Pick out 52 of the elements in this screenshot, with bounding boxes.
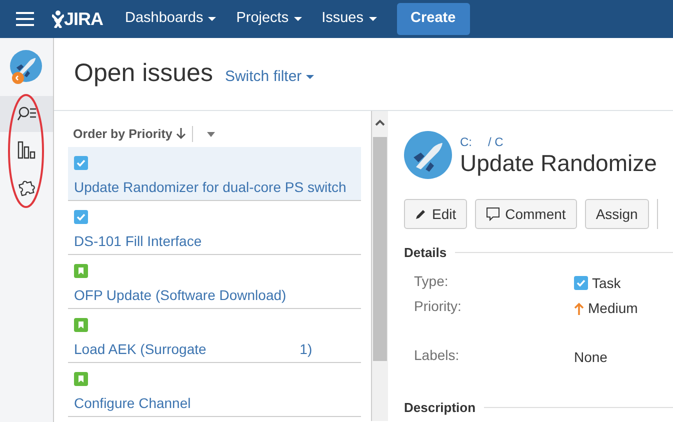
issue-row[interactable]: OFP Update (Software Download) (68, 255, 361, 309)
breadcrumb-link[interactable]: / C (488, 133, 504, 152)
issue-summary: Configure Channel (74, 394, 192, 413)
nav-menu[interactable]: Issues (322, 8, 377, 30)
issue-row[interactable]: Configure Channel (68, 363, 361, 417)
field-value: None (574, 348, 608, 366)
create-button[interactable]: Create (396, 3, 470, 35)
rocket-avatar-icon (404, 131, 452, 179)
issue-row[interactable]: Load AEK (Surrogate 1) (68, 309, 361, 363)
story-icon (74, 264, 88, 278)
field-value: Task (592, 274, 621, 292)
issue-row[interactable]: DS-101 Fill Interface (68, 201, 361, 255)
scroll-up-icon[interactable] (375, 119, 385, 126)
search-icon[interactable] (16, 106, 36, 122)
breadcrumb-link[interactable]: C: (460, 133, 472, 152)
task-icon (74, 210, 88, 224)
task-icon (74, 156, 88, 170)
field-label: Type: (414, 272, 450, 291)
task-icon (574, 276, 588, 290)
arrow-down-icon (176, 128, 186, 140)
field-label: Labels: (414, 346, 460, 364)
issue-title: Update Randomize (460, 151, 657, 177)
action-button[interactable]: Edit (404, 199, 468, 229)
menu-icon[interactable] (16, 12, 34, 26)
order-by-link[interactable]: Order by Priority (73, 124, 186, 144)
story-icon (74, 318, 88, 332)
section-heading: Description (404, 398, 476, 417)
sidebar-item[interactable] (0, 96, 53, 132)
issue-summary: OFP Update (Software Download) (74, 286, 288, 305)
rocket-avatar-icon[interactable] (10, 49, 44, 85)
action-button[interactable]: Comment (475, 199, 577, 229)
nav-menu[interactable]: Projects (236, 8, 302, 30)
story-icon (74, 372, 88, 386)
action-button[interactable]: Assign (584, 199, 649, 229)
issue-row[interactable]: Update Randomizer for dual-core PS switch (68, 147, 361, 201)
switch-filter-link[interactable]: Switch filter (224, 66, 314, 88)
issue-summary: Load AEK (Surrogate 1) (74, 340, 314, 359)
page-title: Open issues (74, 58, 213, 88)
field-value: Medium (588, 298, 638, 318)
section-heading: Details (404, 244, 447, 262)
bar-chart-icon[interactable] (16, 141, 36, 159)
jira-logo[interactable]: JIRA (52, 6, 104, 32)
speech-bubble-icon (486, 207, 500, 221)
scrollbar-thumb[interactable] (373, 137, 387, 361)
pencil-icon (415, 208, 427, 220)
order-dropdown-icon[interactable] (207, 132, 216, 136)
arrow-up-icon (574, 302, 584, 314)
field-label: Priority: (414, 296, 462, 316)
issue-summary: Update Randomizer for dual-core PS switch (74, 178, 348, 197)
person-icon (52, 10, 64, 28)
nav-menu[interactable]: Dashboards (125, 8, 216, 30)
issue-summary: DS-101 Fill Interface (74, 232, 203, 251)
